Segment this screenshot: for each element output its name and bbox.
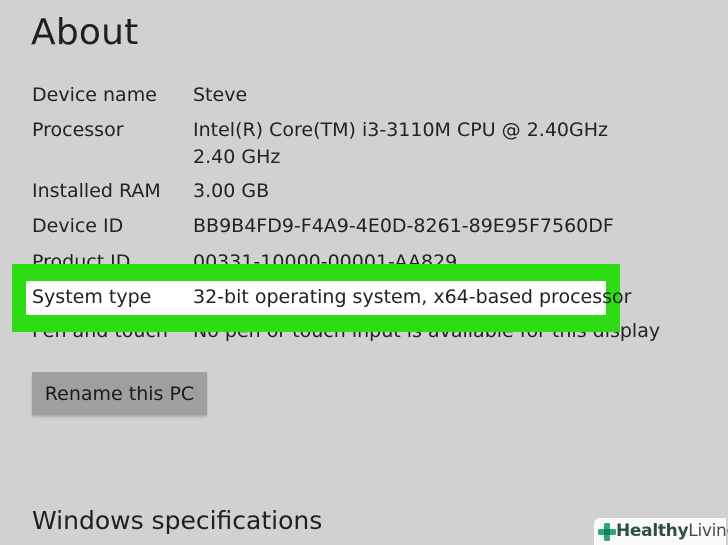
spec-value-installed-ram: 3.00 GB: [193, 180, 270, 202]
spec-value-device-name: Steve: [193, 84, 248, 106]
spec-value-device-id: BB9B4FD9-F4A9-4E0D-8261-89E95F7560DF: [193, 215, 614, 237]
spec-label-device-id: Device ID: [32, 215, 124, 237]
spec-label-processor: Processor: [32, 119, 124, 141]
spec-label-device-name: Device name: [32, 84, 157, 106]
page-title: About: [31, 12, 139, 53]
windows-specs-heading: Windows specifications: [32, 506, 323, 535]
spec-value-system-type: 32-bit operating system, x64-based proce…: [193, 286, 632, 308]
spec-label-installed-ram: Installed RAM: [32, 180, 161, 202]
plus-logo-icon: [598, 523, 616, 541]
watermark-text: HealthyLiving: [616, 521, 728, 541]
watermark: HealthyLiving: [594, 518, 728, 545]
spec-value-processor: Intel(R) Core(TM) i3-3110M CPU @ 2.40GHz…: [193, 119, 608, 168]
rename-pc-button[interactable]: Rename this PC: [32, 372, 207, 415]
spec-label-system-type: System type: [32, 286, 152, 308]
